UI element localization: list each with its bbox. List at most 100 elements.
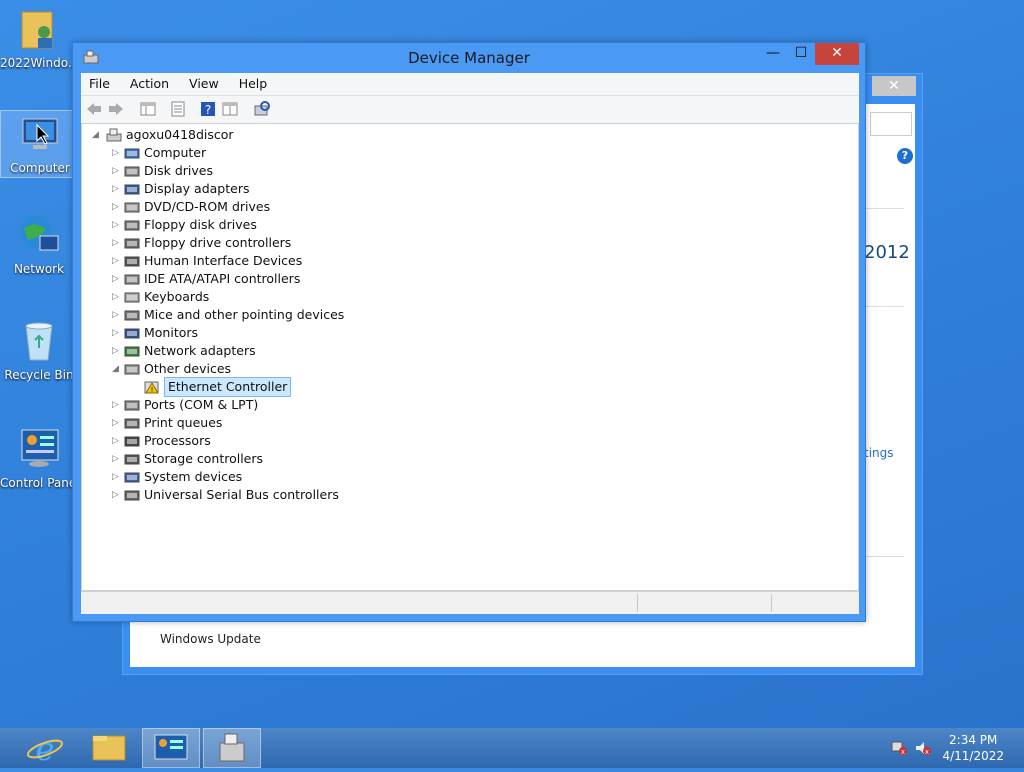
folder-icon	[16, 6, 62, 52]
expand-arrow-icon[interactable]: ▷	[112, 324, 122, 342]
divider	[860, 208, 904, 209]
system-clock[interactable]: 2:34 PM 4/11/2022	[942, 732, 1004, 764]
windows-update-link[interactable]: Windows Update	[160, 632, 261, 646]
forward-arrow-icon[interactable]	[107, 100, 125, 118]
svg-text:x: x	[925, 748, 929, 756]
usb-icon	[124, 488, 140, 502]
properties-icon[interactable]	[169, 100, 187, 118]
tree-item-label: Disk drives	[144, 163, 213, 178]
background-window-close-button[interactable]: ✕	[872, 76, 916, 96]
expand-arrow-icon[interactable]: ▷	[112, 432, 122, 450]
expand-arrow-icon[interactable]: ▷	[112, 450, 122, 468]
expand-arrow-icon[interactable]: ▷	[112, 468, 122, 486]
tree-item-label: Ethernet Controller	[164, 377, 292, 397]
floppy-controller-icon	[124, 236, 140, 250]
close-button[interactable]: ✕	[815, 43, 859, 65]
expand-arrow-icon[interactable]: ▷	[112, 180, 122, 198]
expand-arrow-icon[interactable]: ▷	[112, 396, 122, 414]
control-panel-icon	[16, 426, 62, 472]
menu-view[interactable]: View	[181, 73, 227, 91]
divider	[860, 306, 904, 307]
desktop-icon-label: Recycle Bin	[4, 368, 74, 382]
expand-arrow-icon[interactable]: ▷	[112, 144, 122, 162]
computer-icon	[17, 111, 63, 157]
desktop-icon-recycle-bin[interactable]: Recycle Bin	[0, 318, 78, 382]
toolbar: ?	[81, 95, 859, 124]
expand-arrow-icon[interactable]: ▷	[112, 234, 122, 252]
expand-arrow-icon[interactable]: ▷	[112, 342, 122, 360]
tree-item-label: Human Interface Devices	[144, 253, 303, 268]
help-icon[interactable]: ?	[199, 100, 217, 118]
expand-arrow-icon[interactable]: ▷	[112, 216, 122, 234]
background-search-box[interactable]	[870, 112, 912, 136]
desktop-icon-label: Network	[13, 262, 65, 276]
printer-icon	[124, 416, 140, 430]
scan-hardware-changes-icon[interactable]	[253, 100, 271, 118]
status-segment	[637, 594, 638, 612]
menu-action[interactable]: Action	[122, 73, 177, 91]
taskbar-device-manager[interactable]	[203, 728, 261, 768]
expand-arrow-icon[interactable]: ▷	[112, 198, 122, 216]
tree-item-label: Processors	[144, 433, 211, 448]
tree-item-label: Other devices	[144, 361, 232, 376]
keyboard-icon	[124, 290, 140, 304]
desktop-icon-label: Control Panel	[0, 476, 78, 490]
desktop-icon-control-panel[interactable]: Control Panel	[0, 426, 78, 490]
collapse-arrow-icon[interactable]: ◢	[92, 126, 102, 144]
desktop-icon-user-folder[interactable]: 2022Windo...	[0, 6, 78, 70]
taskbar-internet-explorer[interactable]: e	[16, 728, 74, 768]
clock-time: 2:34 PM	[949, 733, 998, 747]
taskbar-file-explorer[interactable]	[80, 728, 138, 768]
desktop-icon-computer[interactable]: Computer	[0, 110, 80, 178]
volume-muted-icon[interactable]: x	[914, 740, 932, 756]
tree-item-label: System devices	[144, 469, 243, 484]
divider	[860, 556, 904, 557]
disk-drive-icon	[124, 164, 140, 178]
expand-arrow-icon[interactable]: ▷	[112, 270, 122, 288]
menu-file[interactable]: File	[81, 73, 118, 91]
show-hide-console-tree-icon[interactable]	[139, 100, 157, 118]
partial-settings-link[interactable]: tings	[864, 446, 894, 460]
root-label: agoxu0418discor	[126, 127, 234, 142]
svg-text:!: !	[151, 386, 154, 394]
tree-item-label: Monitors	[144, 325, 199, 340]
minimize-button[interactable]: —	[759, 43, 787, 65]
internet-explorer-icon: e	[26, 730, 64, 768]
desktop-icon-network[interactable]: Network	[0, 212, 78, 276]
tree-item-label: Floppy drive controllers	[144, 235, 292, 250]
maximize-button[interactable]: ☐	[787, 43, 815, 65]
expand-arrow-icon[interactable]: ▷	[112, 288, 122, 306]
desktop-icon-label: 2022Windo...	[0, 56, 78, 70]
network-error-icon[interactable]: x	[890, 740, 908, 756]
network-adapter-icon	[124, 344, 140, 358]
tree-item-label: Network adapters	[144, 343, 256, 358]
expand-arrow-icon[interactable]: ▷	[112, 162, 122, 180]
expand-arrow-icon[interactable]: ▷	[112, 306, 122, 324]
collapse-arrow-icon[interactable]: ◢	[112, 360, 122, 378]
title-bar[interactable]: Device Manager — ☐ ✕	[73, 43, 865, 73]
expand-arrow-icon[interactable]: ▷	[112, 414, 122, 432]
help-icon[interactable]: ?	[897, 148, 913, 164]
folder-icon	[92, 735, 126, 761]
expand-arrow-icon[interactable]: ▷	[112, 252, 122, 270]
expand-arrow-icon[interactable]: ▷	[112, 486, 122, 504]
unknown-device-icon	[124, 362, 140, 376]
menu-help[interactable]: Help	[231, 73, 276, 91]
floppy-disk-icon	[124, 218, 140, 232]
back-arrow-icon[interactable]	[85, 100, 103, 118]
menu-bar: File Action View Help	[81, 73, 859, 95]
clock-date: 4/11/2022	[942, 749, 1004, 763]
svg-text:?: ?	[205, 103, 211, 117]
tree-item-label: Floppy disk drives	[144, 217, 257, 232]
tree-item-label: Mice and other pointing devices	[144, 307, 345, 322]
svg-text:e: e	[36, 730, 55, 768]
system-device-icon	[124, 470, 140, 484]
tree-item-label: Display adapters	[144, 181, 250, 196]
view-icon[interactable]	[221, 100, 239, 118]
tree-item-label: Universal Serial Bus controllers	[144, 487, 339, 502]
tree-item-label: Ports (COM & LPT)	[144, 397, 259, 412]
tree-item-label: Keyboards	[144, 289, 210, 304]
taskbar-control-panel[interactable]	[142, 728, 200, 768]
status-segment	[771, 594, 772, 612]
computer-root-icon	[106, 128, 122, 142]
